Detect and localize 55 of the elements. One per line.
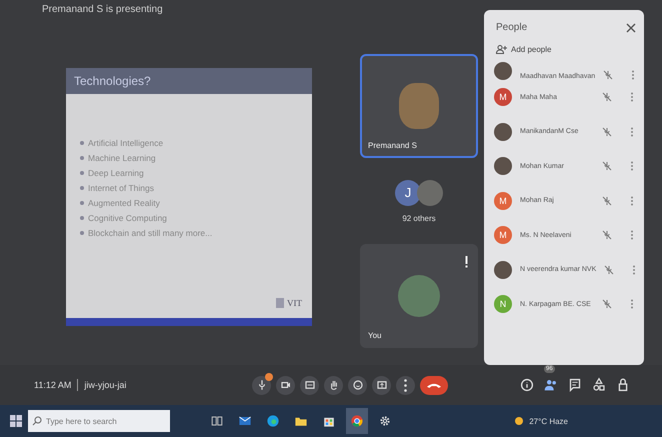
weather-text: 27°C Haze [529, 416, 568, 426]
camera-button[interactable] [276, 376, 295, 394]
add-person-icon [496, 45, 507, 54]
avatar: M [494, 88, 512, 106]
meeting-code: jiw-yjou-jai [84, 380, 126, 390]
avatar: N [494, 295, 512, 314]
avatar-photo [494, 122, 512, 141]
present-button[interactable] [372, 376, 391, 394]
more-icon[interactable] [630, 92, 634, 102]
others-count: 92 others [402, 214, 436, 222]
photo-placeholder [417, 180, 443, 206]
presenting-label: Premanand S is presenting [42, 4, 163, 14]
more-button[interactable] [396, 376, 415, 394]
bullet-item: Augmented Reality [80, 198, 312, 208]
hand-button[interactable] [324, 376, 343, 394]
add-people-button[interactable]: Add people [484, 39, 644, 60]
more-icon[interactable] [630, 230, 634, 240]
avatar-photo [494, 157, 512, 176]
bullet-item: Machine Learning [80, 153, 312, 163]
more-icon[interactable] [630, 161, 634, 172]
bullet-item: Blockchain and still many more... [80, 228, 312, 238]
slide-title: Technologies? [66, 68, 312, 94]
panel-title: People [496, 22, 528, 33]
photo-placeholder [399, 83, 439, 129]
photo-placeholder [398, 275, 440, 317]
avatar: M [494, 226, 512, 244]
participant-name: You [368, 331, 382, 340]
more-icon[interactable] [631, 70, 636, 80]
windows-start-icon[interactable] [10, 415, 22, 427]
info-button[interactable] [518, 376, 536, 394]
participant-name: Premanand S [368, 141, 417, 150]
bullet-item: Deep Learning [80, 168, 312, 178]
avatar-photo [494, 62, 512, 80]
sun-icon [513, 415, 526, 427]
end-button[interactable] [420, 376, 448, 394]
emoji-button[interactable] [348, 376, 367, 394]
avatar-photo [494, 260, 512, 279]
close-icon[interactable] [626, 22, 636, 32]
captions-button[interactable] [300, 376, 319, 394]
meeting-time: 11:12 AM [34, 380, 72, 390]
more-icon[interactable] [630, 126, 634, 137]
search-field[interactable]: Type here to search [28, 410, 170, 432]
avatar: J [395, 180, 421, 206]
bullet-item: Internet of Things [80, 183, 312, 193]
notification-dot [265, 372, 273, 380]
exclamation-icon [465, 256, 468, 268]
more-icon[interactable] [630, 299, 634, 310]
slide-logo: VIT [276, 298, 302, 308]
mic-button[interactable] [252, 376, 271, 394]
bullet-item: Artificial Intelligence [80, 138, 312, 148]
more-icon[interactable] [630, 196, 634, 206]
more-icon[interactable] [632, 264, 636, 275]
avatar: M [494, 192, 512, 210]
bullet-item: Cognitive Computing [80, 213, 312, 223]
more-icon [404, 378, 407, 392]
